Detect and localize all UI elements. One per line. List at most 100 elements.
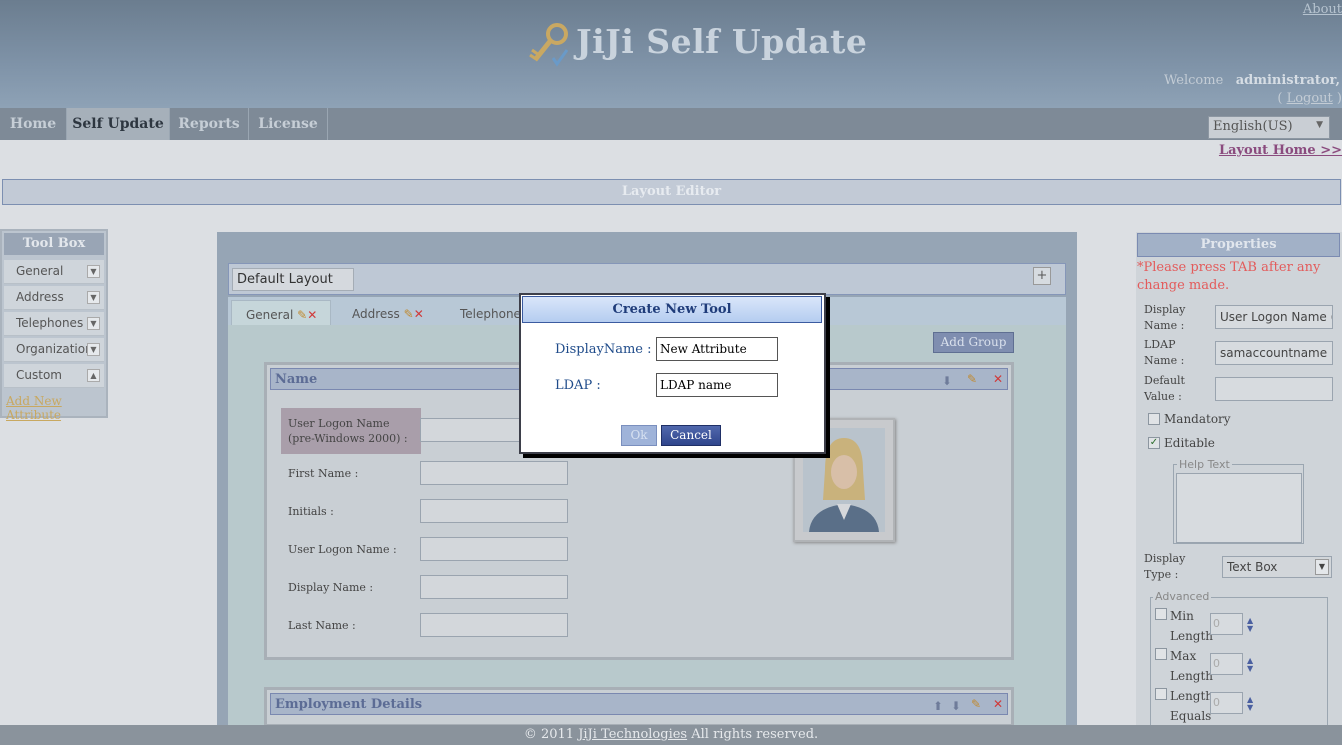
ldap-name-label: LDAP Name :: [1144, 338, 1185, 367]
user-logon-name-input[interactable]: [420, 537, 568, 561]
default-value-label: Default Value :: [1144, 374, 1185, 403]
field-label: User Logon Name (pre-Windows 2000) :: [288, 417, 408, 445]
prop-default-value-input[interactable]: [1215, 377, 1333, 401]
length-equals-input[interactable]: 0: [1210, 692, 1243, 714]
toolbox-item-telephones[interactable]: Telephones ▼: [4, 312, 104, 336]
toolbox-title: Tool Box: [4, 233, 104, 255]
delete-x-icon[interactable]: ✕: [993, 697, 1003, 711]
chevron-up-icon[interactable]: ▲: [87, 369, 100, 382]
chevron-down-icon[interactable]: ▼: [87, 343, 100, 356]
display-name-input[interactable]: [420, 575, 568, 599]
tab-label: Telephone: [460, 307, 521, 321]
delete-x-icon[interactable]: ✕: [307, 308, 317, 322]
company-link[interactable]: JiJi Technologies: [578, 727, 687, 742]
field-label: Last Name :: [288, 619, 356, 632]
toolbox-panel: Tool Box General ▼ Address ▼ Telephones …: [0, 229, 108, 422]
add-new-attribute-link[interactable]: Add New Attribute: [6, 394, 106, 422]
nav-tab-self-update[interactable]: Self Update: [67, 108, 170, 140]
length-equals-checkbox[interactable]: [1155, 688, 1167, 700]
toolbox-item-address[interactable]: Address ▼: [4, 286, 104, 310]
prop-ldap-name-input[interactable]: samaccountname: [1215, 341, 1333, 365]
delete-x-icon[interactable]: ✕: [993, 372, 1003, 386]
dialog-display-name-label: DisplayName :: [555, 342, 652, 357]
delete-x-icon[interactable]: ✕: [414, 307, 424, 321]
field-label: User Logon Name :: [288, 543, 397, 556]
logout-open-paren: (: [1277, 91, 1283, 106]
key-logo-icon: [529, 23, 569, 67]
min-length-input[interactable]: 0: [1210, 613, 1243, 635]
max-length-input[interactable]: 0: [1210, 653, 1243, 675]
pencil-edit-icon[interactable]: ✎: [971, 697, 981, 711]
welcome-prefix: Welcome: [1164, 73, 1224, 88]
nav-tab-license[interactable]: License: [249, 108, 328, 140]
advanced-legend: Advanced: [1153, 590, 1212, 603]
tab-general[interactable]: General ✎✕: [231, 300, 331, 326]
editable-checkbox[interactable]: ✓: [1148, 437, 1160, 449]
spinner-arrows-icon[interactable]: ▲ ▼: [1247, 696, 1253, 712]
footer-rights: All rights reserved.: [691, 727, 819, 742]
layout-name-select[interactable]: Default Layout: [232, 268, 354, 291]
help-text-area[interactable]: [1176, 473, 1302, 543]
about-link[interactable]: About: [1303, 2, 1342, 17]
prop-display-name-input[interactable]: User Logon Name (pre-Windows 2000): [1215, 305, 1333, 329]
dialog-title: Create New Tool: [522, 296, 822, 323]
nav-tab-reports[interactable]: Reports: [170, 108, 249, 140]
app-title: JiJi Self Update: [576, 22, 868, 61]
chevron-down-icon[interactable]: ▼: [87, 265, 100, 278]
display-name-label: Display Name :: [1144, 303, 1186, 332]
max-length-checkbox[interactable]: [1155, 648, 1167, 660]
chevron-down-icon[interactable]: ▼: [87, 291, 100, 304]
initials-input[interactable]: [420, 499, 568, 523]
mandatory-checkbox[interactable]: [1148, 413, 1160, 425]
spinner-arrows-icon[interactable]: ▲ ▼: [1247, 617, 1253, 633]
logout-close-paren: ): [1336, 91, 1342, 106]
pencil-edit-icon[interactable]: ✎: [404, 307, 414, 321]
toolbox-item-custom[interactable]: Custom ▲: [4, 364, 104, 388]
pencil-edit-icon[interactable]: ✎: [297, 308, 307, 322]
dialog-ldap-input[interactable]: [656, 373, 778, 397]
language-select[interactable]: English(US) ▼: [1208, 116, 1330, 139]
group-employment-header: Employment Details: [270, 693, 1008, 715]
cancel-button[interactable]: Cancel: [661, 425, 721, 446]
toolbox-item-label: Telephones: [16, 316, 84, 330]
dialog-display-name-input[interactable]: [656, 337, 778, 361]
tab-label: Address: [352, 307, 400, 321]
group-employment: Employment Details ⬆ ⬇ ✎ ✕: [264, 687, 1014, 727]
field-label: Display Name :: [288, 581, 374, 594]
footer: © 2011 JiJi Technologies All rights rese…: [0, 725, 1342, 745]
length-equals-label: Length Equals: [1170, 689, 1214, 723]
nav-tab-home[interactable]: Home: [0, 108, 67, 140]
language-value: English(US): [1213, 119, 1293, 134]
arrow-down-icon[interactable]: ⬇: [942, 374, 952, 388]
logout-link[interactable]: Logout: [1287, 91, 1333, 106]
toolbox-item-organization[interactable]: Organization ▼: [4, 338, 104, 362]
min-length-label: Min Length: [1170, 609, 1214, 643]
chevron-down-icon[interactable]: ▼: [87, 317, 100, 330]
display-type-select[interactable]: Text Box ▼: [1222, 556, 1332, 578]
chevron-down-icon: ▼: [1316, 120, 1323, 130]
tab-label: General: [246, 308, 294, 322]
layout-home-link[interactable]: Layout Home >>: [1219, 143, 1342, 158]
logout-line: ( Logout ): [1277, 91, 1342, 106]
group-title: Employment Details: [275, 697, 423, 712]
arrow-up-icon[interactable]: ⬆: [933, 699, 943, 713]
min-length-checkbox[interactable]: [1155, 608, 1167, 620]
toolbox-item-general[interactable]: General ▼: [4, 260, 104, 284]
pencil-edit-icon[interactable]: ✎: [967, 372, 977, 386]
ok-button[interactable]: Ok: [621, 425, 657, 446]
add-layout-button[interactable]: +: [1033, 267, 1051, 285]
toolbox-item-label: Custom: [16, 368, 62, 382]
arrow-down-icon[interactable]: ⬇: [951, 699, 961, 713]
tab-address[interactable]: Address ✎✕: [352, 300, 424, 326]
footer-copyright: © 2011: [523, 727, 575, 742]
display-type-label: Display Type :: [1144, 552, 1186, 581]
toolbox-item-label: Address: [16, 290, 64, 304]
tab-telephone[interactable]: Telephone: [460, 300, 521, 326]
spinner-arrows-icon[interactable]: ▲ ▼: [1247, 657, 1253, 673]
properties-title: Properties: [1137, 233, 1340, 257]
last-name-input[interactable]: [420, 613, 568, 637]
user-name: administrator,: [1235, 73, 1340, 88]
toolbox-item-label: Organization: [16, 342, 93, 356]
first-name-input[interactable]: [420, 461, 568, 485]
add-group-button[interactable]: Add Group: [933, 332, 1014, 353]
